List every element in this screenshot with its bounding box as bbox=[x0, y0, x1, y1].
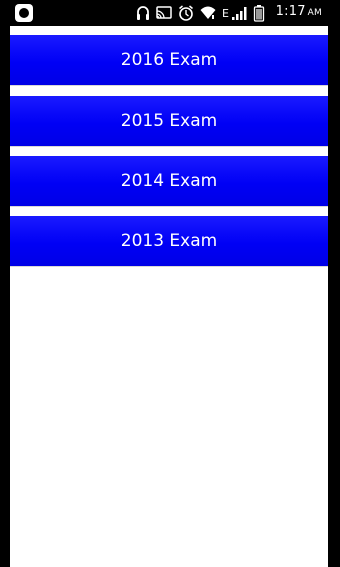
app-icon bbox=[15, 4, 33, 22]
exam-2016-button[interactable]: 2016 Exam bbox=[10, 35, 328, 85]
status-bar: E 1:17 AM bbox=[0, 0, 340, 26]
cast-icon bbox=[156, 6, 172, 19]
signal-icon bbox=[231, 7, 247, 20]
wifi-icon bbox=[200, 6, 216, 19]
network-type-label: E bbox=[222, 6, 229, 20]
headphones-icon bbox=[137, 6, 149, 20]
exam-2013-button[interactable]: 2013 Exam bbox=[10, 216, 328, 266]
time-value: 1:17 bbox=[275, 4, 306, 19]
exam-2015-button[interactable]: 2015 Exam bbox=[10, 96, 328, 146]
alarm-icon bbox=[179, 5, 193, 21]
content-area: 2016 Exam 2015 Exam 2014 Exam 2013 Exam bbox=[10, 26, 328, 567]
status-icons: E bbox=[136, 4, 271, 22]
exam-2014-button[interactable]: 2014 Exam bbox=[10, 156, 328, 206]
battery-icon bbox=[253, 5, 265, 22]
time-ampm: AM bbox=[307, 8, 322, 18]
status-time: 1:17 AM bbox=[276, 4, 322, 19]
